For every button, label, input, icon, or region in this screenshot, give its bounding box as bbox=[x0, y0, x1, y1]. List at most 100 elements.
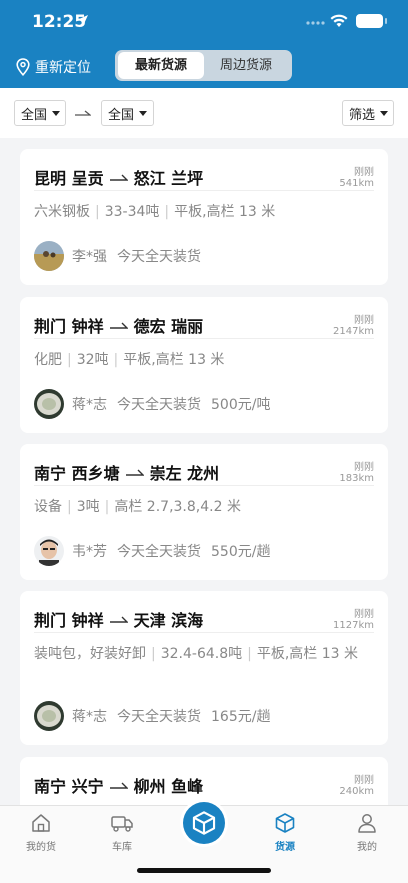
location-arrow-icon bbox=[78, 15, 88, 25]
truck-icon bbox=[111, 816, 133, 832]
truck-type: 平板,高栏 13 米 bbox=[174, 204, 276, 220]
tab-nearby-sources[interactable]: 周边货源 bbox=[203, 52, 289, 79]
destination-dropdown[interactable]: 全国 bbox=[101, 100, 154, 126]
divider bbox=[34, 190, 374, 191]
card-route: 南宁 兴宁 柳州 鱼峰 bbox=[34, 773, 203, 797]
tab-label: 我的货 bbox=[26, 842, 56, 853]
card-route: 荆门 钟祥 德宏 瑞丽 bbox=[34, 313, 203, 337]
filter-dropdown[interactable]: 筛选 bbox=[342, 100, 394, 126]
route-to: 德宏 瑞丽 bbox=[133, 317, 204, 336]
shipper-name: 李*强 bbox=[72, 249, 107, 265]
separator: | bbox=[164, 204, 170, 220]
goods-weight: 33-34吨 bbox=[104, 204, 160, 220]
route-arrow-icon bbox=[75, 110, 91, 116]
caret-down-icon bbox=[52, 110, 61, 116]
avatar bbox=[34, 701, 64, 731]
battery-icon bbox=[356, 14, 383, 28]
cargo-card[interactable]: 荆门 钟祥 天津 滨海 刚刚 1127km 装吨包，好装好卸 | 32.4-64.8… bbox=[20, 591, 388, 745]
route-to: 天津 滨海 bbox=[133, 611, 204, 630]
cube-icon bbox=[275, 813, 295, 833]
distance: 240km bbox=[339, 786, 374, 797]
shipper-info: 蒋*志 今天全天装货 500元/吨 bbox=[34, 389, 270, 419]
distance: 1127km bbox=[333, 620, 374, 631]
cargo-card[interactable]: 荆门 钟祥 德宏 瑞丽 刚刚 2147km 化肥 | 32吨 | 平板,高栏 13 米 … bbox=[20, 297, 388, 433]
home-icon bbox=[32, 814, 50, 832]
goods-weight: 32吨 bbox=[76, 352, 109, 368]
cargo-card[interactable]: 南宁 西乡塘 崇左 龙州 刚刚 183km 设备 | 3吨 | 高栏 2.7,3.8,4… bbox=[20, 444, 388, 580]
status-bar: 12:25 bbox=[0, 0, 408, 44]
shipper-info: 韦*芳 今天全天装货 550元/趟 bbox=[34, 536, 270, 566]
shipper-info: 李*强 今天全天装货 bbox=[34, 241, 201, 271]
home-indicator bbox=[137, 868, 271, 873]
load-time: 今天全天装货 bbox=[117, 249, 201, 265]
route-from: 荆门 钟祥 bbox=[34, 317, 104, 336]
separator: | bbox=[104, 499, 110, 515]
wifi-icon bbox=[330, 14, 348, 27]
tab-label: 货源 bbox=[275, 842, 295, 853]
avatar bbox=[34, 536, 64, 566]
goods-type: 化肥 bbox=[34, 352, 62, 368]
post-time: 刚刚 bbox=[354, 462, 374, 473]
post-time: 刚刚 bbox=[354, 775, 374, 786]
relocate-button[interactable]: 重新定位 bbox=[16, 56, 91, 78]
avatar bbox=[34, 241, 64, 271]
divider bbox=[34, 632, 374, 633]
shipper-name: 蒋*志 bbox=[72, 397, 107, 413]
tab-profile[interactable]: 我的 bbox=[337, 812, 397, 853]
price: 550元/趟 bbox=[211, 544, 271, 560]
card-route: 昆明 呈贡 怒江 兰坪 bbox=[34, 165, 203, 189]
route-arrow-icon bbox=[109, 616, 128, 623]
divider bbox=[34, 485, 374, 486]
goods-weight: 3吨 bbox=[76, 499, 100, 515]
route-from: 荆门 钟祥 bbox=[34, 611, 104, 630]
distance: 2147km bbox=[333, 326, 374, 337]
cargo-specs: 装吨包，好装好卸 | 32.4-64.8吨 | 平板,高栏 13 米 bbox=[34, 644, 374, 664]
tab-my-cargo[interactable]: 我的货 bbox=[11, 812, 71, 853]
post-time: 刚刚 bbox=[354, 167, 374, 178]
separator: | bbox=[247, 646, 252, 662]
cargo-specs: 六米钢板 | 33-34吨 | 平板,高栏 13 米 bbox=[34, 202, 374, 222]
relocate-label: 重新定位 bbox=[35, 60, 91, 76]
center-action-button[interactable] bbox=[183, 802, 225, 844]
load-time: 今天全天装货 bbox=[117, 544, 201, 560]
separator: | bbox=[113, 352, 119, 368]
shipper-name: 蒋*志 bbox=[72, 709, 107, 725]
post-time: 刚刚 bbox=[354, 315, 374, 326]
tab-label: 车库 bbox=[112, 842, 132, 853]
cargo-specs: 设备 | 3吨 | 高栏 2.7,3.8,4.2 米 bbox=[34, 497, 374, 517]
goods-type: 设备 bbox=[34, 499, 62, 515]
card-route: 南宁 西乡塘 崇左 龙州 bbox=[34, 460, 219, 484]
goods-weight: 32.4-64.8吨 bbox=[160, 646, 243, 662]
separator: | bbox=[151, 646, 156, 662]
shipper-name: 韦*芳 bbox=[72, 544, 107, 560]
avatar bbox=[34, 389, 64, 419]
price: 500元/吨 bbox=[211, 397, 271, 413]
origin-dropdown[interactable]: 全国 bbox=[14, 100, 66, 126]
cargo-card[interactable]: 昆明 呈贡 怒江 兰坪 刚刚 541km 六米钢板 | 33-34吨 | 平板,高栏 1… bbox=[20, 149, 388, 285]
separator: | bbox=[67, 499, 72, 515]
tab-label: 我的 bbox=[357, 842, 377, 853]
route-arrow-icon bbox=[125, 469, 144, 476]
distance: 541km bbox=[339, 178, 374, 189]
post-time: 刚刚 bbox=[354, 609, 374, 620]
price: 165元/趟 bbox=[211, 709, 271, 725]
destination-value: 全国 bbox=[108, 107, 135, 123]
distance: 183km bbox=[339, 473, 374, 484]
separator: | bbox=[67, 352, 72, 368]
location-pin-icon bbox=[16, 58, 30, 76]
caret-down-icon bbox=[139, 110, 148, 116]
load-time: 今天全天装货 bbox=[117, 397, 201, 413]
route-from: 昆明 呈贡 bbox=[34, 169, 104, 188]
goods-type: 装吨包，好装好卸 bbox=[34, 646, 146, 662]
tab-cargo-sources[interactable]: 货源 bbox=[255, 812, 315, 853]
tab-garage[interactable]: 车库 bbox=[92, 812, 152, 853]
route-arrow-icon bbox=[109, 782, 128, 789]
app-header: 12:25 重新定位 最新货源 周边货源 bbox=[0, 0, 408, 88]
card-route: 荆门 钟祥 天津 滨海 bbox=[34, 607, 203, 631]
route-to: 怒江 兰坪 bbox=[133, 169, 204, 188]
divider bbox=[34, 338, 374, 339]
route-to: 柳州 鱼峰 bbox=[133, 777, 204, 796]
filter-row: 全国 全国 筛选 bbox=[0, 88, 408, 138]
tab-latest-sources[interactable]: 最新货源 bbox=[118, 52, 204, 79]
origin-value: 全国 bbox=[21, 107, 48, 123]
